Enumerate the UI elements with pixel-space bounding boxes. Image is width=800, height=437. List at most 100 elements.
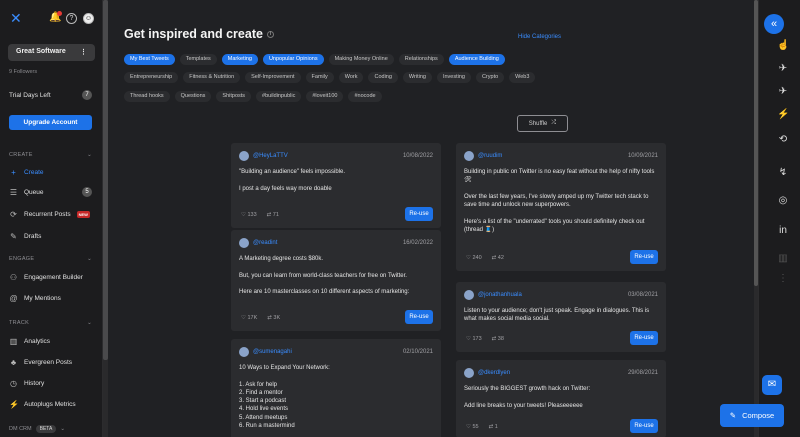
- tweet-stats: ♡ 133 ⇄ 71: [241, 212, 279, 218]
- chat-icon: ✉: [768, 379, 776, 390]
- tweet-username[interactable]: @ruudim: [478, 153, 502, 159]
- collapse-panel-button[interactable]: «: [764, 14, 784, 34]
- tweet-username[interactable]: @readint: [253, 240, 277, 246]
- retweet-count: 3K: [273, 315, 280, 321]
- tag-marketing[interactable]: Marketing: [222, 54, 258, 65]
- tag-crypto[interactable]: Crypto: [476, 72, 504, 83]
- like-stat: ♡ 240: [466, 255, 482, 261]
- sidebar-item-queue[interactable]: ☰ Queue 5: [9, 186, 92, 198]
- tag-my-best-tweets[interactable]: My Best Tweets: [124, 54, 175, 65]
- tweet-text: A Marketing degree costs $80k. But, you …: [239, 255, 433, 296]
- hide-categories-link[interactable]: Hide Categories: [518, 34, 561, 40]
- retweet-count: 1: [495, 424, 498, 430]
- tweet-date: 10/09/2021: [628, 153, 658, 159]
- upgrade-account-button[interactable]: Upgrade Account: [9, 115, 92, 130]
- tag-unpopular-opinions[interactable]: Unpopular Opinions: [263, 54, 324, 65]
- heart-icon: ♡: [466, 255, 471, 261]
- reuse-button[interactable]: Re-use: [405, 310, 433, 324]
- sidebar-item-create[interactable]: + Create: [9, 166, 92, 178]
- chart-icon: ▥: [9, 337, 18, 346]
- avatar[interactable]: ☺: [83, 13, 94, 24]
- tweet-username[interactable]: @sumenagahi: [253, 349, 292, 355]
- tag-making-money-online[interactable]: Making Money Online: [329, 54, 394, 65]
- more-icon[interactable]: ⋮: [80, 48, 87, 57]
- sidebar-item-label: Autoplugs Metrics: [24, 401, 76, 408]
- sidebar-item-my-mentions[interactable]: @ My Mentions: [9, 292, 92, 304]
- shuffle-button[interactable]: Shuffle ⤮: [517, 115, 568, 132]
- tag-thread-hooks[interactable]: Thread hooks: [124, 91, 170, 102]
- sidebar-item-label: Recurrent Posts: [24, 211, 71, 218]
- tweet-username[interactable]: @dkerdlyen: [478, 370, 510, 376]
- linkedin-icon[interactable]: in: [777, 225, 789, 237]
- tag-audience-building[interactable]: Audience Building: [449, 54, 505, 65]
- settings-icon[interactable]: ⋮: [777, 273, 789, 285]
- sidebar-item-autoplugs-metrics[interactable]: ⚡ Autoplugs Metrics: [9, 398, 92, 410]
- bird-outline-icon[interactable]: ✈: [777, 86, 789, 98]
- tag-templates[interactable]: Templates: [180, 54, 217, 65]
- queue-count-badge: 5: [82, 187, 92, 197]
- info-icon[interactable]: i: [267, 31, 274, 38]
- tag-questions[interactable]: Questions: [175, 91, 212, 102]
- tag-coding[interactable]: Coding: [368, 72, 397, 83]
- section-track[interactable]: TRACK⌄: [9, 320, 92, 326]
- tag-investing[interactable]: Investing: [437, 72, 471, 83]
- instagram-icon[interactable]: ◎: [777, 195, 789, 207]
- tag-nocode[interactable]: #nocode: [348, 91, 381, 102]
- pointer-hand-icon[interactable]: ☝: [777, 40, 789, 52]
- app-logo-icon[interactable]: ✕: [10, 11, 24, 25]
- reuse-button[interactable]: Re-use: [630, 419, 658, 433]
- retweet-count: 71: [273, 212, 279, 218]
- help-icon[interactable]: ?: [66, 13, 77, 24]
- tag-work[interactable]: Work: [339, 72, 364, 83]
- sidebar-item-engagement-builder[interactable]: ⚇ Engagement Builder: [9, 271, 92, 283]
- tag-fitness-nutrition[interactable]: Fitness & Nutrition: [183, 72, 240, 83]
- tag-buildinpublic[interactable]: #buildinpublic: [256, 91, 301, 102]
- tag-entrepreneurship[interactable]: Entrepreneurship: [124, 72, 178, 83]
- tag-family[interactable]: Family: [306, 72, 334, 83]
- tag-relationships[interactable]: Relationships: [399, 54, 444, 65]
- section-create[interactable]: CREATE⌄: [9, 152, 92, 158]
- sidebar-item-analytics[interactable]: ▥ Analytics: [9, 335, 92, 347]
- tag-self-improvement[interactable]: Self-Improvement: [245, 72, 300, 83]
- like-count: 240: [472, 255, 481, 261]
- sidebar-item-drafts[interactable]: ✎ Drafts: [9, 230, 92, 242]
- compose-button[interactable]: ✎ Compose: [720, 404, 784, 427]
- category-tags-row-1: My Best Tweets Templates Marketing Unpop…: [124, 54, 505, 65]
- tweet-username[interactable]: @jonathanhuala: [478, 292, 522, 298]
- retweet-stat: ⇄ 38: [492, 336, 504, 342]
- thread-icon[interactable]: ↯: [777, 167, 789, 179]
- tweet-text: Listen to your audience; don't just spea…: [464, 307, 658, 324]
- plug-icon[interactable]: ⚡: [777, 109, 789, 121]
- dm-crm-row[interactable]: DM CRM BETA ⌄: [9, 425, 65, 433]
- sidebar-item-evergreen-posts[interactable]: ♣ Evergreen Posts: [9, 356, 92, 368]
- tweet-stats: ♡ 240 ⇄ 42: [466, 255, 504, 261]
- section-engage[interactable]: ENGAGE⌄: [9, 256, 92, 262]
- chevron-down-icon: ⌄: [87, 256, 92, 262]
- workspace-selector[interactable]: Great Software ⋮: [8, 44, 95, 61]
- tag-web3[interactable]: Web3: [509, 72, 535, 83]
- tweet-text: Seriously the BIGGEST growth hack on Twi…: [464, 385, 658, 410]
- tweet-text: 10 Ways to Expand Your Network: 1. Ask f…: [239, 364, 433, 430]
- sidebar-item-history[interactable]: ◷ History: [9, 377, 92, 389]
- tag-shitposts[interactable]: Shitposts: [216, 91, 251, 102]
- heart-icon: ♡: [241, 212, 246, 218]
- retweet-stat: ⇄ 71: [267, 212, 279, 218]
- sidebar-item-recurrent-posts[interactable]: ⟳ Recurrent Posts NEW: [9, 208, 92, 220]
- chat-bubble-button[interactable]: ✉: [762, 375, 782, 395]
- like-stat: ♡ 173: [466, 336, 482, 342]
- like-count: 173: [472, 336, 481, 342]
- tag-loveit100[interactable]: #loveit100: [306, 91, 343, 102]
- tweet-username[interactable]: @HeyLaTTV: [253, 153, 288, 159]
- retweet-stat: ⇄ 42: [492, 255, 504, 261]
- reuse-button[interactable]: Re-use: [630, 250, 658, 264]
- tweet-date: 29/08/2021: [628, 370, 658, 376]
- section-create-label: CREATE: [9, 152, 33, 158]
- retweet-icon[interactable]: ⟲: [777, 134, 789, 146]
- tag-writing[interactable]: Writing: [403, 72, 432, 83]
- bird-icon[interactable]: ✈: [777, 63, 789, 75]
- reuse-button[interactable]: Re-use: [630, 331, 658, 345]
- bell-icon[interactable]: 🔔: [49, 13, 60, 24]
- reuse-button[interactable]: Re-use: [405, 207, 433, 221]
- compose-label: Compose: [742, 411, 774, 420]
- bar-chart-icon[interactable]: ▥: [777, 253, 789, 265]
